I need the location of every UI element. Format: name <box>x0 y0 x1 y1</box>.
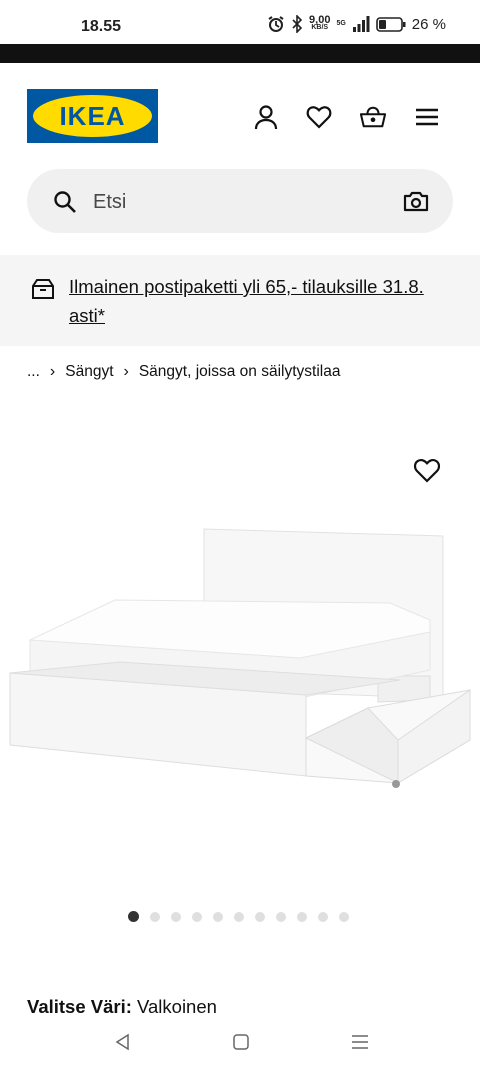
gallery-dot[interactable] <box>192 912 202 922</box>
gallery-dot[interactable] <box>297 912 307 922</box>
search-icon <box>54 191 76 213</box>
signal-icon <box>352 16 370 32</box>
breadcrumb-ellipsis[interactable]: ... <box>27 363 40 381</box>
system-nav-bar <box>0 1022 480 1072</box>
battery-icon <box>375 16 406 32</box>
account-button[interactable] <box>253 104 279 130</box>
color-select-label: Valitse Väri: <box>27 996 132 1017</box>
gallery-dot[interactable] <box>213 912 223 922</box>
gallery-dot[interactable] <box>339 912 349 922</box>
person-icon <box>254 105 278 130</box>
chevron-right-icon: › <box>123 363 129 380</box>
basket-icon <box>360 106 386 128</box>
gallery-dot[interactable] <box>150 912 160 922</box>
status-bar: 18.55 9,00 KB/S 5G 26 % <box>0 0 480 44</box>
hamburger-icon <box>416 108 438 126</box>
wishlist-button[interactable] <box>306 104 332 130</box>
back-icon[interactable] <box>113 1032 133 1052</box>
chevron-right-icon: › <box>49 363 56 380</box>
color-select[interactable]: Valitse Väri: Valkoinen <box>27 996 217 1018</box>
search-input[interactable] <box>91 186 395 218</box>
color-select-value: Valkoinen <box>137 996 217 1017</box>
parcel-icon <box>32 279 54 299</box>
status-time: 18.55 <box>81 18 122 35</box>
search-bar[interactable] <box>27 169 453 233</box>
breadcrumb-item-beds[interactable]: Sängyt <box>65 363 113 381</box>
ikea-logo[interactable]: IKEA <box>27 89 158 143</box>
gallery-dot[interactable] <box>234 912 244 922</box>
network-speed: 9,00 KB/S <box>309 14 331 32</box>
gallery-dot[interactable] <box>318 912 328 922</box>
promo-text[interactable]: Ilmainen postipaketti yli 65,- tilauksil… <box>69 272 459 330</box>
gallery-pagination <box>128 911 349 922</box>
recents-icon[interactable] <box>350 1032 370 1052</box>
bluetooth-icon <box>292 15 303 33</box>
browser-bar <box>0 44 480 63</box>
promo-banner[interactable]: Ilmainen postipaketti yli 65,- tilauksil… <box>0 255 480 346</box>
favourite-heart-icon[interactable] <box>413 457 441 483</box>
cart-button[interactable] <box>360 104 386 130</box>
heart-icon <box>306 106 332 129</box>
status-icons: 9,00 KB/S 5G 26 % <box>267 15 446 33</box>
home-icon[interactable] <box>232 1032 250 1052</box>
breadcrumb-item-storage-beds[interactable]: Sängyt, joissa on säilytystilaa <box>139 363 341 381</box>
gallery-dot[interactable] <box>255 912 265 922</box>
alarm-icon <box>268 16 284 32</box>
gallery-dot[interactable] <box>128 911 139 922</box>
product-image[interactable] <box>0 440 480 880</box>
gallery-dot[interactable] <box>276 912 286 922</box>
battery-percent: 26 % <box>411 15 446 33</box>
gallery-dot[interactable] <box>171 912 181 922</box>
network-indicator: 5G <box>336 20 346 27</box>
menu-button[interactable] <box>414 104 440 130</box>
camera-search-icon[interactable] <box>403 189 429 213</box>
breadcrumb: ... › Sängyt › Sängyt, joissa on säilyty… <box>27 363 340 381</box>
